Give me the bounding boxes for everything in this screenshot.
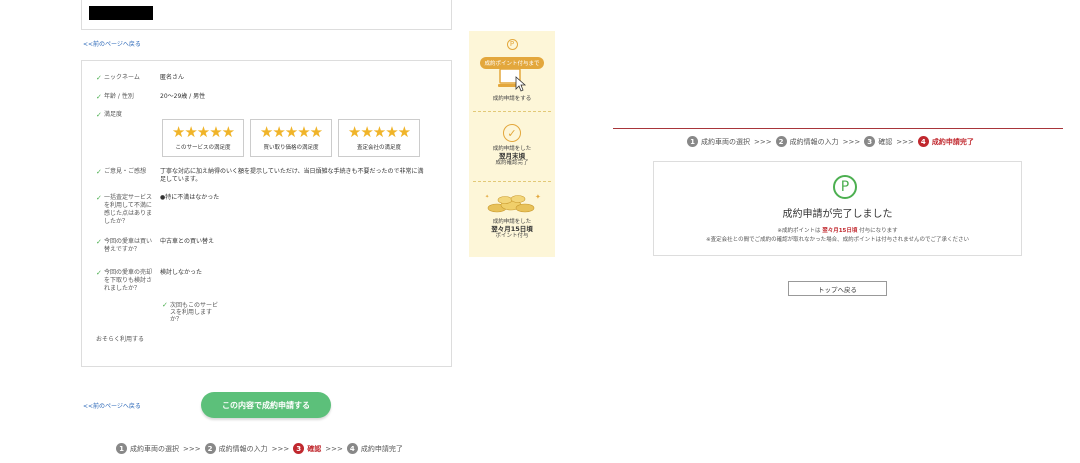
check-icon: ✓ xyxy=(96,194,102,202)
row-label: 次回もこのサービスを利用しますか？ xyxy=(170,302,219,323)
check-icon: ✓ xyxy=(96,93,102,101)
rating-caption: 買い取り価格の満足度 xyxy=(263,145,319,151)
step-number: 2 xyxy=(775,136,787,147)
row-value: 検討しなかった xyxy=(160,269,203,276)
banner-step-apply: 成約申請をする xyxy=(469,67,555,103)
row-label: 満足度 xyxy=(104,111,123,118)
step-number: 1 xyxy=(687,136,698,147)
check-circle-icon: ✓ xyxy=(503,124,521,142)
step-timing: 翌々月15日頃 xyxy=(491,225,533,233)
svg-text:✦: ✦ xyxy=(485,194,489,200)
star-rating: ★★★★★ xyxy=(259,123,323,141)
step-label-active: 確認 xyxy=(307,444,322,453)
row-value: ●特に不満はなかった xyxy=(160,194,220,201)
row-label: 一括査定サービスを利用して不満に感じた点はありましたか？ xyxy=(104,194,153,225)
row-replacement: ✓ 今回の愛車は買い替えですか？ 中古車との買い替え xyxy=(96,238,424,254)
check-icon: ✓ xyxy=(96,74,102,82)
step-label-active: 成約申請完了 xyxy=(931,137,974,146)
step-number-active: 3 xyxy=(293,443,305,454)
step-number: 2 xyxy=(204,443,216,454)
row-value: 匿名さん xyxy=(160,74,185,81)
note-highlight: 翌々月15日頃 xyxy=(822,228,858,234)
row-value: 中古車との買い替え xyxy=(160,238,214,245)
row-label: 今回の愛車は買い替えですか？ xyxy=(104,238,153,253)
row-label: ニックネーム xyxy=(104,74,140,81)
point-flow-banner: P 成約ポイント付与まで 成約申請をする ✓ 成約申請をした 翌月末頃 成約確認… xyxy=(469,31,555,257)
completion-panel: P 成約申請が完了しました ※成約ポイントは 翌々月15日頃 付与になります ※… xyxy=(653,161,1022,256)
step-text: 成約申請をする xyxy=(492,96,532,102)
check-icon: ✓ xyxy=(96,269,102,277)
svg-text:✦: ✦ xyxy=(535,193,541,201)
step-label: 成約申請完了 xyxy=(360,444,403,453)
step-number-active: 4 xyxy=(917,136,929,147)
completion-note: ※成約ポイントは 翌々月15日頃 付与になります xyxy=(654,226,1021,234)
row-label: ご意見・ご感想 xyxy=(104,168,147,175)
submit-application-button[interactable]: この内容で成約申請する xyxy=(201,392,331,418)
check-icon: ✓ xyxy=(96,168,102,176)
rating-group: ★★★★★ このサービスの満足度 ★★★★★ 買い取り価格の満足度 ★★★★★ … xyxy=(162,119,420,157)
point-p-icon: P xyxy=(506,38,518,50)
row-value: 丁寧な対応に加え納得のいく額を提示していただけ、当日煩雑な手続きも不要だったので… xyxy=(160,168,424,183)
coins-icon: ✦ ✦ xyxy=(485,193,541,213)
check-icon: ✓ xyxy=(96,238,102,246)
completion-title: 成約申請が完了しました xyxy=(782,209,893,220)
step-label: 成約情報の入力 xyxy=(218,444,268,453)
row-tradein: ✓ 今回の愛車の売却を下取りも検討されましたか？ 検討しなかった xyxy=(96,269,424,293)
banner-step-confirm: ✓ 成約申請をした 翌月末頃 成約確認完了 xyxy=(469,124,555,167)
rating-service: ★★★★★ このサービスの満足度 xyxy=(162,119,244,157)
confirmation-panel: ✓ ニックネーム 匿名さん ✓ 年齢 / 性別 20〜29歳 / 男性 ✓ 満足… xyxy=(81,60,452,367)
step-number: 4 xyxy=(346,443,358,454)
star-rating: ★★★★★ xyxy=(171,123,235,141)
step-separator: >>> xyxy=(183,444,201,453)
row-nickname: ✓ ニックネーム 匿名さん xyxy=(96,74,424,82)
step-separator: >>> xyxy=(754,137,772,146)
row-value: 20〜29歳 / 男性 xyxy=(160,93,206,100)
back-link-top[interactable]: <<前のページへ戻る xyxy=(83,39,141,48)
step-text: 成約確認完了 xyxy=(495,160,529,166)
step-text: ポイント付与 xyxy=(495,233,529,239)
note-text: 付与になります xyxy=(859,228,898,234)
step-number: 1 xyxy=(116,443,127,454)
step-separator: >>> xyxy=(325,444,343,453)
row-label: 年齢 / 性別 xyxy=(104,93,134,100)
step-separator: >>> xyxy=(842,137,861,146)
check-icon: ✓ xyxy=(96,111,102,119)
rating-caption: 査定会社の満足度 xyxy=(356,145,401,151)
star-rating: ★★★★★ xyxy=(347,123,411,141)
step-separator: >>> xyxy=(271,444,290,453)
back-to-top-button[interactable]: トップへ戻る xyxy=(788,281,887,296)
header-divider xyxy=(613,128,1063,129)
row-age-gender: ✓ 年齢 / 性別 20〜29歳 / 男性 xyxy=(96,93,424,101)
point-p-icon: P xyxy=(833,175,857,199)
step-label: 成約車両の選択 xyxy=(130,444,179,453)
next-use-answer: おそらく利用する xyxy=(96,336,145,343)
row-next-use: ✓ 次回もこのサービスを利用しますか？ xyxy=(162,301,219,324)
step-timing: 翌月末頃 xyxy=(499,152,525,160)
redacted-block xyxy=(89,6,153,20)
step-label: 成約車両の選択 xyxy=(701,137,750,146)
banner-header: P 成約ポイント付与まで xyxy=(469,31,555,69)
banner-step-points: ✦ ✦ 成約申請をした 翌々月15日頃 ポイント付与 xyxy=(469,191,555,240)
rating-caption: このサービスの満足度 xyxy=(175,145,231,151)
step-label: 成約情報の入力 xyxy=(789,137,839,146)
note-text: ※成約ポイントは xyxy=(777,228,821,234)
row-dissatisfaction: ✓ 一括査定サービスを利用して不満に感じた点はありましたか？ ●特に不満はなかっ… xyxy=(96,194,424,226)
step-number: 3 xyxy=(864,136,876,147)
step-separator: >>> xyxy=(896,137,914,146)
row-label: 今回の愛車の売却を下取りも検討されましたか？ xyxy=(104,269,153,292)
completion-disclaimer: ※査定会社との間でご成約の確認が取れなかった場合、成約ポイントは付与されませんの… xyxy=(706,237,969,243)
row-satisfaction: ✓ 満足度 xyxy=(96,111,154,119)
rating-company: ★★★★★ 査定会社の満足度 xyxy=(338,119,420,157)
user-info-box xyxy=(81,0,452,30)
computer-click-icon xyxy=(498,68,527,92)
step-label: 確認 xyxy=(878,137,893,146)
back-link-bottom[interactable]: <<前のページへ戻る xyxy=(83,401,141,410)
row-comments: ✓ ご意見・ご感想 丁寧な対応に加え納得のいく額を提示していただけ、当日煩雑な手… xyxy=(96,168,424,184)
progress-steps-left: 1 成約車両の選択 >>> 2 成約情報の入力 >>> 3 確認 >>> 4 成… xyxy=(116,443,403,454)
rating-price: ★★★★★ 買い取り価格の満足度 xyxy=(250,119,332,157)
divider xyxy=(473,181,551,182)
divider xyxy=(473,111,551,112)
check-icon: ✓ xyxy=(162,301,168,309)
progress-steps-right: 1 成約車両の選択 >>> 2 成約情報の入力 >>> 3 確認 >>> 4 成… xyxy=(687,136,974,147)
